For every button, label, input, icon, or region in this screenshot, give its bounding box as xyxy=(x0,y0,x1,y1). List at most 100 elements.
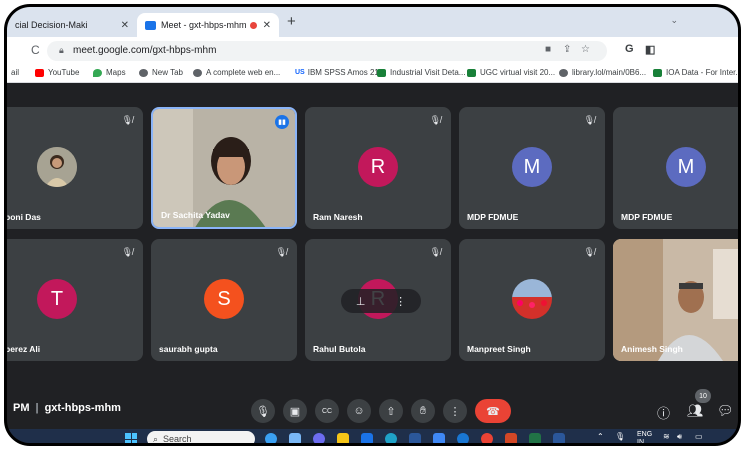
captions-button[interactable]: CC xyxy=(315,399,339,423)
participant-tile[interactable]: 🎙︎̸ Manpreet Singh xyxy=(459,239,605,361)
mic-off-icon: 🎙︎̸ xyxy=(583,247,595,257)
person-photo-icon xyxy=(37,147,77,187)
options-icon[interactable]: ⋮ xyxy=(395,295,406,308)
mic-off-icon: 🎙︎̸ xyxy=(738,115,739,126)
mail-icon[interactable] xyxy=(361,433,373,443)
star-icon[interactable]: ☆ xyxy=(581,44,590,55)
taskbar-search[interactable]: ⌕ Search xyxy=(147,431,255,443)
mic-off-icon: 🎙︎̸ xyxy=(429,115,441,125)
participant-name: Rahul Butola xyxy=(313,344,366,354)
present-screen-icon: ⇧ xyxy=(386,405,396,418)
chat-app-icon[interactable] xyxy=(313,433,325,443)
camera-button[interactable]: ▣ xyxy=(283,399,307,423)
powerpoint-icon[interactable] xyxy=(505,433,517,443)
bookmark-ioa-data[interactable]: IOA Data - For Inter... xyxy=(653,68,738,77)
participant-tile[interactable]: R ⊥ ⋮ 🎙︎̸ Rahul Butola xyxy=(305,239,451,361)
bing-icon[interactable] xyxy=(265,433,277,443)
reactions-button[interactable]: ☺ xyxy=(347,399,371,423)
participant-tile[interactable]: 🎙︎̸ boni Das xyxy=(5,107,143,229)
sidepanel-icon[interactable]: ◧ xyxy=(645,43,655,56)
omnibox[interactable]: 🔒︎ meet.google.com/gxt-hbps-mhm ■ ⇪ ☆ xyxy=(47,41,607,61)
participant-name: boni Das xyxy=(5,212,41,222)
mic-off-icon: 🎙︎̸ xyxy=(121,115,133,125)
pin-icon[interactable]: ⊥ xyxy=(356,295,366,308)
camera-icon[interactable]: ■ xyxy=(545,44,551,55)
zoom-icon[interactable] xyxy=(457,433,469,443)
language-indicator[interactable]: ENG IN xyxy=(637,431,652,443)
participant-tile[interactable]: S 🎙︎̸ saurabh gupta xyxy=(151,239,297,361)
youtube-icon xyxy=(35,68,44,77)
globe-icon xyxy=(193,68,202,77)
bookmark-library[interactable]: library.lol/main/0B6... xyxy=(559,68,646,77)
chat-icon[interactable]: 💬︎ xyxy=(717,403,734,419)
chevron-up-icon[interactable]: ⌃ xyxy=(597,432,604,441)
participant-avatar: M xyxy=(666,147,706,187)
participant-tile[interactable]: R 🎙︎̸ Ram Naresh xyxy=(305,107,451,229)
globe-icon xyxy=(559,68,568,77)
bookmark-gmail[interactable]: ail xyxy=(11,68,19,77)
bookmark-ugc[interactable]: UGC virtual visit 20... xyxy=(467,68,555,77)
close-icon[interactable]: ✕ xyxy=(263,20,271,31)
participant-name: berez Ali xyxy=(5,344,41,354)
people-icon[interactable]: 👥︎ xyxy=(687,403,704,419)
bookmark-maps[interactable]: Maps xyxy=(93,68,126,77)
file-explorer-icon[interactable] xyxy=(337,433,349,443)
participant-tile-active-speaker[interactable]: ▮▮ Dr Sachita Yadav xyxy=(151,107,297,229)
microphone-icon: 🎙︎ xyxy=(256,405,270,418)
participant-tile[interactable]: M 🎙︎̸ MDP FDMUE xyxy=(459,107,605,229)
participant-tile[interactable]: Animesh Singh xyxy=(613,239,738,361)
battery-icon[interactable]: ▭ xyxy=(695,432,703,441)
video-feed xyxy=(613,239,738,361)
meeting-info: PM | gxt-hbps-mhm xyxy=(13,402,121,414)
meeting-code: gxt-hbps-mhm xyxy=(44,402,121,414)
participant-name: MDP FDMUE xyxy=(467,212,519,222)
volume-icon[interactable]: 🔊︎ xyxy=(677,432,682,442)
present-button[interactable]: ⇧ xyxy=(379,399,403,423)
dropbox-icon[interactable] xyxy=(433,433,445,443)
bookmark-new-tab[interactable]: New Tab xyxy=(139,68,183,77)
store-icon[interactable] xyxy=(409,433,421,443)
close-icon[interactable]: ✕ xyxy=(121,20,129,31)
speaking-indicator-icon: ▮▮ xyxy=(275,115,289,129)
new-tab-button[interactable]: + xyxy=(287,13,296,30)
task-view-icon[interactable] xyxy=(289,433,301,443)
participant-tile[interactable]: M 🎙︎̸ MDP FDMUE xyxy=(613,107,739,229)
chrome-icon[interactable] xyxy=(481,433,493,443)
meet-icon xyxy=(145,20,156,30)
mic-off-icon: 🎙︎̸ xyxy=(121,247,133,257)
bookmark-ibm-spss[interactable]: US IBM SPSS Amos 21... xyxy=(295,68,386,77)
recording-icon xyxy=(249,21,257,29)
browser-tab-bar: cial Decision-Maki ✕ Meet - gxt-hbps-mhm… xyxy=(7,7,738,37)
windows-start-icon[interactable] xyxy=(125,433,137,443)
tile-hover-menu: ⊥ ⋮ xyxy=(341,289,421,313)
profile-icon[interactable]: G xyxy=(625,43,634,55)
participant-name: saurabh gupta xyxy=(159,344,218,354)
tab-decision-making[interactable]: cial Decision-Maki ✕ xyxy=(7,13,137,37)
participant-name: MDP FDMUE xyxy=(621,212,673,222)
microphone-button[interactable]: 🎙︎ xyxy=(251,399,275,423)
share-icon[interactable]: ⇪ xyxy=(563,44,571,55)
tab-label: cial Decision-Maki xyxy=(15,20,88,30)
excel-icon[interactable] xyxy=(529,433,541,443)
edge-icon[interactable] xyxy=(385,433,397,443)
bookmark-web-en[interactable]: A complete web en... xyxy=(193,68,280,77)
raise-hand-button[interactable]: ✋︎ xyxy=(411,399,435,423)
reload-icon[interactable]: C xyxy=(31,43,40,57)
more-options-button[interactable]: ⋮ xyxy=(443,399,467,423)
bookmark-youtube[interactable]: YouTube xyxy=(35,68,79,77)
participant-avatar: T xyxy=(37,279,77,319)
participant-name: Ram Naresh xyxy=(313,212,363,222)
captions-icon: CC xyxy=(321,407,333,415)
info-icon[interactable]: ⓘ xyxy=(657,403,670,422)
participant-tile[interactable]: T 🎙︎̸ berez Ali xyxy=(5,239,143,361)
sheets-icon xyxy=(467,68,476,77)
wifi-icon[interactable]: ≋ xyxy=(663,432,670,441)
word-icon[interactable] xyxy=(553,433,565,443)
participant-avatar: R xyxy=(358,147,398,187)
mic-tray-icon[interactable]: 🎙︎ xyxy=(615,432,625,441)
more-vert-icon: ⋮ xyxy=(449,405,461,418)
tab-meet[interactable]: Meet - gxt-hbps-mhm ✕ xyxy=(137,13,279,37)
bookmark-industrial-visit[interactable]: Industrial Visit Deta... xyxy=(377,68,465,77)
leave-call-button[interactable]: ☎︎ xyxy=(475,399,511,423)
chevron-down-icon[interactable]: ⌄ xyxy=(670,15,678,26)
